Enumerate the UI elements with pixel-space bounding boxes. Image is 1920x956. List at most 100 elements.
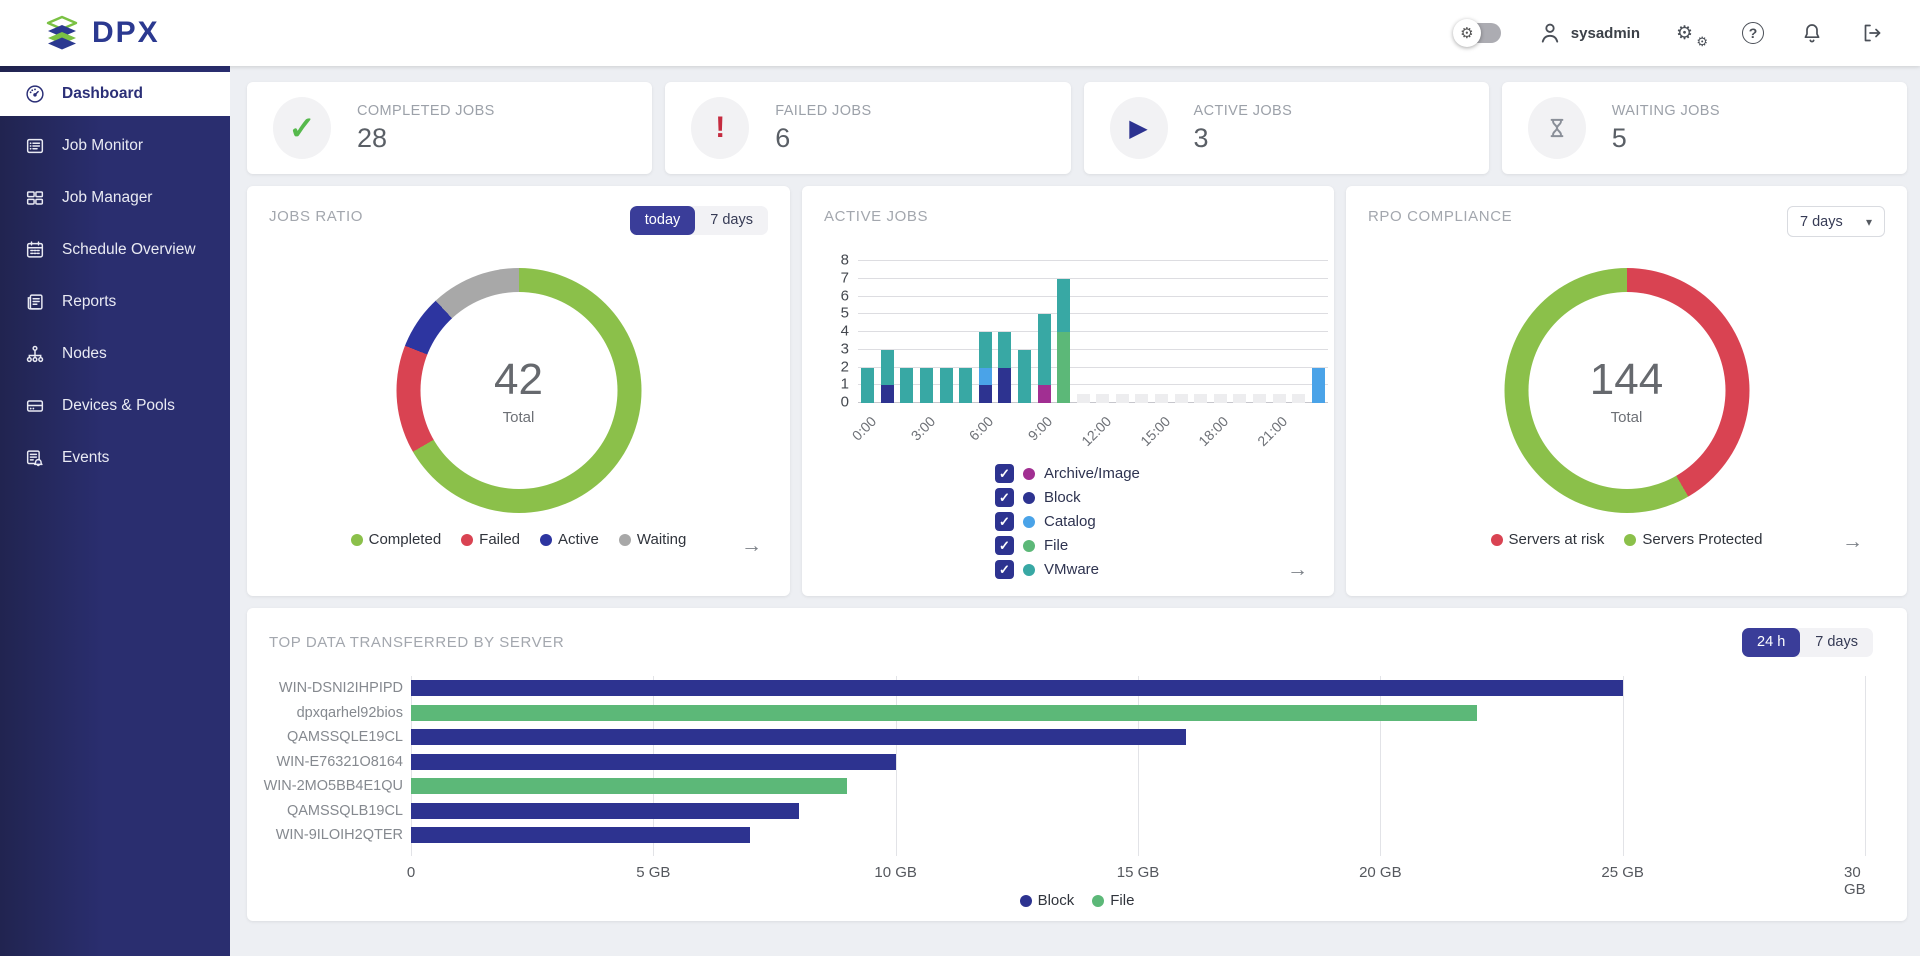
x-tick-label: 20 GB: [1359, 864, 1402, 881]
bar-segment-vmware: [1018, 350, 1031, 403]
table-row: WIN-E76321O8164: [247, 750, 1907, 775]
legend-item-servers-at-risk: Servers at risk: [1491, 531, 1605, 548]
main-content: ✓COMPLETED JOBS28!FAILED JOBS6▶ACTIVE JO…: [230, 66, 1920, 956]
legend-dot-icon: [461, 534, 473, 546]
data-bar-qamssqle19cl: [411, 729, 1186, 745]
active-jobs-bar-2: [900, 368, 913, 404]
data-bar-win-dsni2ihpipd: [411, 680, 1623, 696]
user-icon: [1537, 20, 1563, 46]
bar-placeholder: [1155, 394, 1168, 403]
logout-icon[interactable]: [1860, 21, 1884, 45]
active-jobs-bar-13: [1116, 394, 1129, 403]
legend-label: File: [1110, 892, 1134, 909]
rpo-total-label: Total: [1611, 409, 1643, 426]
gear-toggle-icon: ⚙: [1453, 19, 1481, 47]
checkbox-block[interactable]: ✓: [995, 488, 1014, 507]
bar-segment-block: [881, 385, 894, 403]
active-jobs-bar-20: [1253, 394, 1266, 403]
sidebar-item-dashboard[interactable]: Dashboard: [0, 72, 230, 116]
active-jobs-legend: ✓Archive/Image✓Block✓Catalog✓File✓VMware: [995, 464, 1140, 579]
reports-icon: [24, 291, 46, 313]
legend-item-block: Block: [1020, 892, 1075, 909]
sidebar-item-job-monitor[interactable]: Job Monitor: [0, 124, 230, 168]
checkbox-archive-image[interactable]: ✓: [995, 464, 1014, 483]
active-jobs-bar-14: [1135, 394, 1148, 403]
legend-row-vmware: ✓VMware: [995, 560, 1140, 579]
legend-dot-icon: [1023, 492, 1035, 504]
sidebar-item-reports[interactable]: Reports: [0, 280, 230, 324]
x-tick-label: 3:00: [907, 413, 938, 444]
settings-toggle[interactable]: ⚙: [1457, 23, 1501, 43]
sidebar-nav: Dashboard Job Monitor Job Manager Schedule …: [0, 66, 230, 956]
stat-label: ACTIVE JOBS: [1194, 103, 1293, 119]
notifications-icon[interactable]: [1800, 21, 1824, 45]
active-jobs-bar-5: [959, 368, 972, 404]
checkbox-vmware[interactable]: ✓: [995, 560, 1014, 579]
active-jobs-bar-18: [1214, 394, 1227, 403]
data-bar-win-9iloih2qter: [411, 827, 750, 843]
data-bar-win-e76321o8164: [411, 754, 896, 770]
toggle-7days-bottom[interactable]: 7 days: [1800, 628, 1873, 657]
stat-label: COMPLETED JOBS: [357, 103, 495, 119]
sidebar-item-label: Events: [62, 449, 109, 467]
top-data-range-toggle: 24 h 7 days: [1742, 628, 1873, 657]
bar-segment-vmware: [861, 368, 874, 404]
active-jobs-bar-16: [1175, 394, 1188, 403]
nodes-icon: [24, 343, 46, 365]
gridline: 8: [858, 260, 1328, 261]
toggle-7days[interactable]: 7 days: [695, 206, 768, 235]
legend-dot-icon: [1023, 564, 1035, 576]
legend-item-waiting: Waiting: [619, 531, 686, 548]
logo-text: DPX: [92, 16, 160, 50]
rpo-range-dropdown[interactable]: 7 days ▾: [1787, 206, 1885, 237]
checkbox-catalog[interactable]: ✓: [995, 512, 1014, 531]
x-tick-label: 5 GB: [636, 864, 670, 881]
bar-segment-vmware: [959, 368, 972, 404]
bar-placeholder: [1233, 394, 1246, 403]
rpo-card: RPO COMPLIANCE 7 days ▾ 144 Total Server…: [1346, 186, 1907, 596]
sidebar-item-nodes[interactable]: Nodes: [0, 332, 230, 376]
jobs-ratio-total: 42: [494, 355, 543, 405]
admin-gears-icon[interactable]: ⚙⚙: [1676, 19, 1706, 47]
sidebar-item-label: Devices & Pools: [62, 397, 175, 415]
bar-placeholder: [1292, 394, 1305, 403]
table-row: dpxqarhel92bios: [247, 701, 1907, 726]
bar-segment-catalog: [1312, 368, 1325, 404]
sidebar-item-events[interactable]: Events: [0, 436, 230, 480]
user-menu[interactable]: sysadmin: [1537, 20, 1640, 46]
stat-card-completed-jobs: ✓COMPLETED JOBS28: [247, 82, 652, 174]
top-data-card: TOP DATA TRANSFERRED BY SERVER 24 h 7 da…: [247, 608, 1907, 921]
rpo-arrow-icon[interactable]: →: [1842, 530, 1863, 554]
legend-dot-icon: [1023, 516, 1035, 528]
toggle-24h[interactable]: 24 h: [1742, 628, 1800, 657]
active-jobs-bar-21: [1273, 394, 1286, 403]
bar-segment-catalog: [979, 368, 992, 386]
help-icon[interactable]: ?: [1742, 22, 1764, 44]
x-tick-label: 21:00: [1254, 413, 1290, 449]
jobs-ratio-range-toggle: today 7 days: [630, 206, 768, 235]
sidebar-item-devices-pools[interactable]: Devices & Pools: [0, 384, 230, 428]
toggle-today[interactable]: today: [630, 206, 695, 235]
active-jobs-arrow-icon[interactable]: →: [1287, 558, 1308, 582]
legend-label: Servers Protected: [1642, 531, 1762, 548]
bar-segment-block: [979, 385, 992, 403]
table-row: QAMSSQLB19CL: [247, 799, 1907, 824]
chevron-down-icon: ▾: [1866, 215, 1872, 229]
legend-label: Waiting: [637, 531, 686, 548]
gridline: 4: [858, 331, 1328, 332]
y-tick-label: 7: [841, 269, 849, 286]
legend-item-completed: Completed: [351, 531, 442, 548]
active-jobs-bar-19: [1233, 394, 1246, 403]
top-data-title: TOP DATA TRANSFERRED BY SERVER: [269, 634, 564, 651]
x-tick-label: 9:00: [1025, 413, 1056, 444]
sidebar-item-schedule-overview[interactable]: Schedule Overview: [0, 228, 230, 272]
checkbox-file[interactable]: ✓: [995, 536, 1014, 555]
legend-dot-icon: [1023, 468, 1035, 480]
y-tick-label: 8: [841, 252, 849, 269]
jobs-ratio-arrow-icon[interactable]: →: [741, 534, 762, 558]
legend-row-catalog: ✓Catalog: [995, 512, 1140, 531]
dpx-logo: DPX: [42, 15, 230, 51]
stat-label: WAITING JOBS: [1612, 103, 1720, 119]
sidebar-item-label: Job Manager: [62, 189, 152, 207]
sidebar-item-job-manager[interactable]: Job Manager: [0, 176, 230, 220]
